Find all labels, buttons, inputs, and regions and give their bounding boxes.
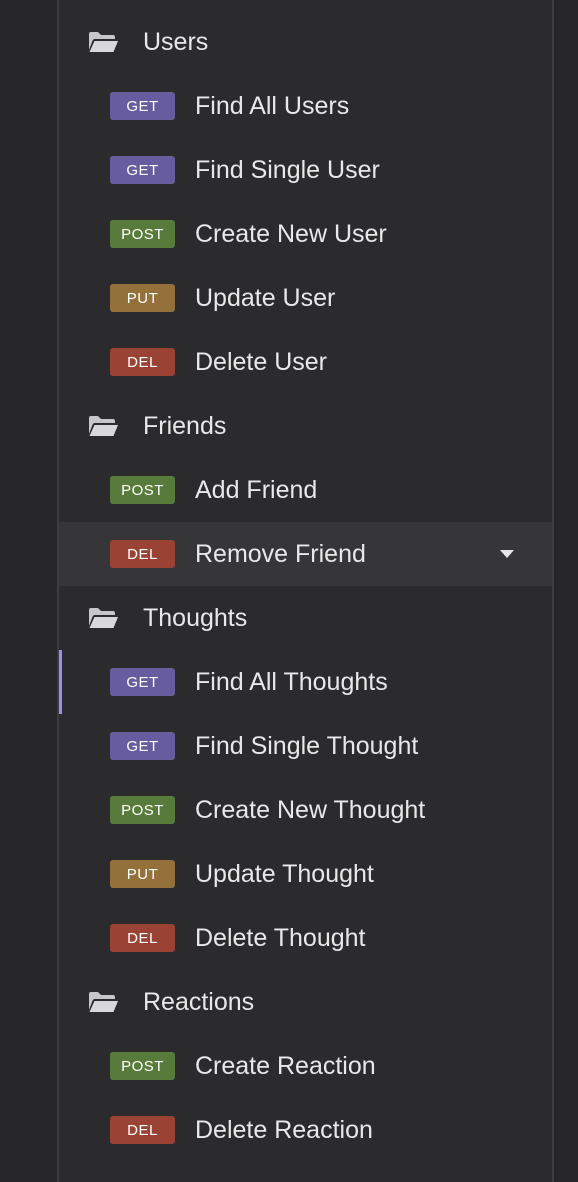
folder-open-icon <box>87 606 119 630</box>
request-find-all-thoughts[interactable]: GET Find All Thoughts <box>59 650 552 714</box>
request-label: Remove Friend <box>195 539 366 568</box>
folder-label: Thoughts <box>143 603 248 632</box>
method-badge: GET <box>110 156 175 184</box>
method-badge: POST <box>110 1052 175 1080</box>
caret-down-icon[interactable] <box>500 550 514 558</box>
request-label: Update Thought <box>195 859 374 888</box>
request-label: Find Single User <box>195 155 380 184</box>
folder-reactions[interactable]: Reactions <box>59 970 552 1034</box>
request-add-friend[interactable]: POST Add Friend <box>59 458 552 522</box>
request-label: Update User <box>195 283 336 312</box>
request-label: Create New Thought <box>195 795 426 824</box>
request-label: Find Single Thought <box>195 731 419 760</box>
folder-open-icon <box>87 414 119 438</box>
request-sidebar: Users GET Find All Users GET Find Single Use… <box>0 0 578 1182</box>
method-badge: DEL <box>110 1116 175 1144</box>
method-badge: DEL <box>110 540 175 568</box>
request-find-all-users[interactable]: GET Find All Users <box>59 74 552 138</box>
folder-label: Reactions <box>143 987 255 1016</box>
request-tree: Users GET Find All Users GET Find Single Use… <box>59 10 552 1162</box>
request-delete-thought[interactable]: DEL Delete Thought <box>59 906 552 970</box>
request-label: Find All Thoughts <box>195 667 388 696</box>
folder-label: Users <box>143 27 209 56</box>
method-badge: PUT <box>110 860 175 888</box>
folder-friends[interactable]: Friends <box>59 394 552 458</box>
folder-label: Friends <box>143 411 227 440</box>
request-delete-user[interactable]: DEL Delete User <box>59 330 552 394</box>
request-delete-reaction[interactable]: DEL Delete Reaction <box>59 1098 552 1162</box>
method-badge: PUT <box>110 284 175 312</box>
method-badge: GET <box>110 732 175 760</box>
method-badge: GET <box>110 668 175 696</box>
request-label: Create New User <box>195 219 387 248</box>
right-gutter <box>554 0 578 1182</box>
request-label: Delete Thought <box>195 923 366 952</box>
request-label: Find All Users <box>195 91 350 120</box>
method-badge: DEL <box>110 348 175 376</box>
request-create-new-thought[interactable]: POST Create New Thought <box>59 778 552 842</box>
folder-open-icon <box>87 990 119 1014</box>
request-label: Create Reaction <box>195 1051 376 1080</box>
request-label: Delete User <box>195 347 327 376</box>
request-find-single-thought[interactable]: GET Find Single Thought <box>59 714 552 778</box>
folder-open-icon <box>87 30 119 54</box>
folder-thoughts[interactable]: Thoughts <box>59 586 552 650</box>
request-create-new-user[interactable]: POST Create New User <box>59 202 552 266</box>
request-update-user[interactable]: PUT Update User <box>59 266 552 330</box>
request-create-reaction[interactable]: POST Create Reaction <box>59 1034 552 1098</box>
method-badge: DEL <box>110 924 175 952</box>
method-badge: POST <box>110 796 175 824</box>
method-badge: POST <box>110 476 175 504</box>
method-badge: GET <box>110 92 175 120</box>
left-gutter <box>0 0 57 1182</box>
request-remove-friend[interactable]: DEL Remove Friend <box>59 522 552 586</box>
request-find-single-user[interactable]: GET Find Single User <box>59 138 552 202</box>
method-badge: POST <box>110 220 175 248</box>
request-label: Delete Reaction <box>195 1115 373 1144</box>
folder-users[interactable]: Users <box>59 10 552 74</box>
request-label: Add Friend <box>195 475 318 504</box>
request-update-thought[interactable]: PUT Update Thought <box>59 842 552 906</box>
